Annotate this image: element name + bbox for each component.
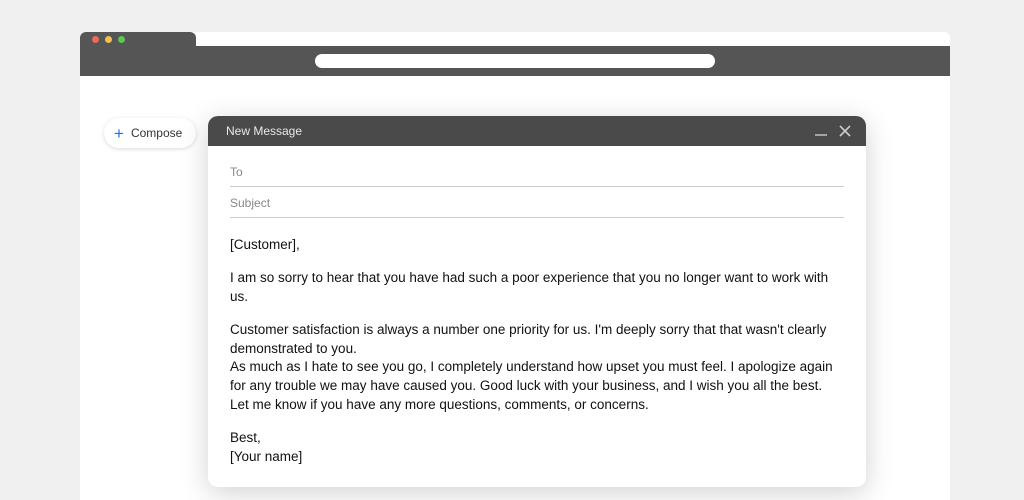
browser-window: + Compose New Message To — [80, 32, 950, 500]
dialog-controls — [814, 124, 852, 138]
minimize-icon[interactable] — [814, 124, 828, 138]
dialog-header: New Message — [208, 116, 866, 146]
plus-icon: + — [114, 125, 124, 142]
window-controls — [92, 36, 125, 43]
paragraph-2b: As much as I hate to see you go, I compl… — [230, 358, 844, 415]
minimize-window-icon[interactable] — [105, 36, 112, 43]
to-field[interactable]: To — [230, 156, 844, 187]
greeting: [Customer], — [230, 236, 844, 255]
message-body[interactable]: [Customer], I am so sorry to hear that y… — [230, 218, 844, 467]
compose-button[interactable]: + Compose — [104, 118, 196, 148]
dialog-title: New Message — [226, 124, 302, 138]
subject-field[interactable]: Subject — [230, 187, 844, 218]
to-label: To — [230, 165, 243, 179]
paragraph-2a: Customer satisfaction is always a number… — [230, 321, 844, 359]
maximize-window-icon[interactable] — [118, 36, 125, 43]
close-icon[interactable] — [838, 124, 852, 138]
app-body: + Compose New Message To — [80, 76, 950, 500]
signoff: Best, — [230, 429, 844, 448]
dialog-body: To Subject [Customer], I am so sorry to … — [208, 146, 866, 487]
signature-name: [Your name] — [230, 448, 844, 467]
active-tab[interactable] — [80, 32, 196, 46]
url-input[interactable] — [315, 54, 715, 68]
paragraph-1: I am so sorry to hear that you have had … — [230, 269, 844, 307]
compose-dialog: New Message To Subject — [208, 116, 866, 487]
subject-label: Subject — [230, 196, 270, 210]
url-bar — [80, 46, 950, 76]
compose-label: Compose — [131, 126, 182, 140]
close-window-icon[interactable] — [92, 36, 99, 43]
tab-bar — [80, 32, 950, 46]
